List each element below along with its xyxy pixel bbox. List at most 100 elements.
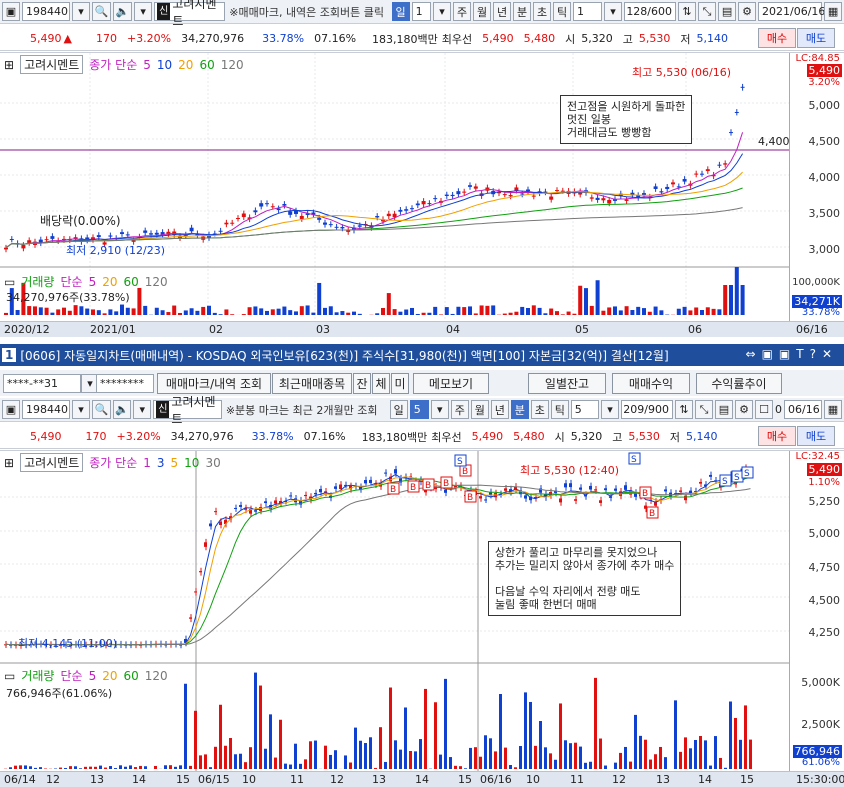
chevron-down-icon[interactable]: ▾	[133, 400, 151, 419]
stock-name-field[interactable]: 신고려시멘트	[154, 2, 225, 21]
stock-name-field[interactable]: 신고려시멘트	[153, 400, 222, 419]
candle	[607, 200, 611, 203]
volume-bar	[213, 313, 217, 315]
period-n-input[interactable]: 1	[412, 2, 431, 21]
volume-bar	[741, 285, 745, 315]
volume-bar	[39, 767, 42, 769]
sell-button[interactable]: 매도	[797, 426, 835, 446]
period-n-input[interactable]: 5	[410, 400, 429, 419]
vol-ma-5: 5	[89, 669, 97, 683]
tab-second[interactable]: 초	[533, 2, 551, 21]
return-trend-button[interactable]: 수익률추이	[696, 373, 782, 394]
trade-mark-query-button[interactable]: 매매마크/내역 조회	[157, 373, 271, 394]
ma-5: 5	[143, 58, 151, 72]
volume-bar	[264, 749, 267, 769]
volume-bar	[524, 692, 527, 769]
quote-amount: 183,180백만	[362, 429, 428, 445]
search-icon[interactable]: 🔍	[92, 2, 111, 21]
stock-code-input[interactable]: 198440	[22, 2, 70, 21]
gear-icon[interactable]: ⚙	[738, 2, 756, 21]
chart-tools-icon[interactable]: ⇅	[678, 2, 696, 21]
memo-view-button[interactable]: 메모보기	[413, 373, 489, 394]
x-tick: 12	[46, 773, 60, 786]
password-input[interactable]: ********	[96, 374, 154, 393]
period-day-tab[interactable]: 일	[390, 400, 408, 419]
ma-30: 30	[205, 456, 220, 470]
draw-icon[interactable]: ⤡	[698, 2, 716, 21]
volume-bar	[381, 308, 385, 315]
chevron-down-icon[interactable]: ▾	[134, 2, 152, 21]
gear-icon[interactable]: ⚙	[735, 400, 753, 419]
search-icon[interactable]: 🔍	[92, 400, 111, 419]
sell-mark-label: S	[722, 477, 728, 487]
candle	[277, 208, 281, 210]
layout-icon[interactable]: ▣	[2, 2, 20, 21]
speaker-icon[interactable]: 🔈	[113, 400, 132, 419]
volume-bar	[636, 307, 640, 315]
candle	[334, 486, 337, 489]
tab-month[interactable]: 월	[473, 2, 491, 21]
unfilled-button[interactable]: 미	[391, 373, 409, 394]
stock-code-input[interactable]: 198440	[22, 400, 70, 419]
buy-button[interactable]: 매수	[758, 28, 796, 48]
chart-tools-icon[interactable]: ⇅	[675, 400, 693, 419]
candle	[236, 218, 240, 219]
draw-icon[interactable]: ⤡	[695, 400, 713, 419]
tab-tick[interactable]: 틱	[553, 2, 571, 21]
candle	[4, 248, 8, 250]
window-controls-icon[interactable]: ⇔▣▣T?✕	[746, 347, 838, 361]
layout-icon[interactable]: ▣	[2, 400, 20, 419]
balance-button[interactable]: 잔	[353, 373, 371, 394]
tab-year[interactable]: 년	[491, 400, 509, 419]
tab-week[interactable]: 주	[453, 2, 471, 21]
tab-week[interactable]: 주	[451, 400, 469, 419]
count-field[interactable]: 209/900	[621, 400, 673, 419]
date-field[interactable]: 2021/06/16	[758, 2, 822, 21]
chevron-down-icon[interactable]: ▾	[72, 2, 90, 21]
filled-button[interactable]: 체	[372, 373, 390, 394]
calendar-icon[interactable]: ▦	[824, 400, 842, 419]
tab-minute[interactable]: 분	[513, 2, 531, 21]
minute-chart[interactable]: BBBBBBBBSSSSS ⊞ 고려시멘트 종가 단순 1 3 5 10 30 …	[0, 450, 844, 786]
chevron-down-icon[interactable]: ▾	[601, 400, 619, 419]
speaker-icon[interactable]: 🔈	[113, 2, 132, 21]
tab-tick[interactable]: 틱	[551, 400, 569, 419]
tab-minute[interactable]: 분	[511, 400, 529, 419]
recent-trades-button[interactable]: 최근매매종목	[272, 373, 352, 394]
candle	[265, 203, 269, 204]
minute-n-input[interactable]: 5	[571, 400, 599, 419]
calendar-icon[interactable]: ▦	[824, 2, 842, 21]
memo-note[interactable]: 전고점을 시원하게 돌파한 멋진 일봉 거래대금도 빵빵함	[560, 95, 692, 144]
memo-note[interactable]: 상한가 풀리고 마무리를 못지었으나 추가는 밀리지 않아서 종가에 추가 매수…	[488, 541, 681, 616]
y-tick: 4,500	[809, 594, 841, 607]
period-day-tab[interactable]: 일	[392, 2, 410, 21]
buy-button[interactable]: 매수	[758, 426, 796, 446]
volume-bar	[451, 314, 455, 315]
count-field[interactable]: 128/600	[624, 2, 676, 21]
chevron-down-icon[interactable]: ▾	[72, 400, 90, 419]
trade-profit-button[interactable]: 매매수익	[612, 373, 690, 394]
chevron-down-icon[interactable]: ▾	[604, 2, 622, 21]
sell-button[interactable]: 매도	[797, 28, 835, 48]
tab-second[interactable]: 초	[531, 400, 549, 419]
checkbox[interactable]: ☐	[755, 400, 773, 419]
candle	[253, 210, 257, 212]
daily-chart[interactable]: ⊞ 고려시멘트 종가 단순 5 10 20 60 120 최고 5,530 (0…	[0, 52, 844, 337]
chevron-down-icon[interactable]: ▾	[431, 400, 449, 419]
buy-mark-label: B	[425, 481, 431, 491]
volume-bar	[89, 767, 92, 769]
save-icon[interactable]: ▤	[718, 2, 736, 21]
save-icon[interactable]: ▤	[715, 400, 733, 419]
tick-n-input[interactable]: 1	[573, 2, 602, 21]
vol-label: 거래량	[21, 667, 54, 684]
date-field[interactable]: 06/16	[784, 400, 822, 419]
vol-ma-60: 60	[123, 275, 138, 289]
tab-month[interactable]: 월	[471, 400, 489, 419]
account-input[interactable]: ****-**31	[3, 374, 81, 393]
chevron-down-icon[interactable]: ▾	[433, 2, 451, 21]
daily-balance-button[interactable]: 일별잔고	[528, 373, 606, 394]
ma-10: 10	[157, 58, 172, 72]
volume-bar	[309, 741, 312, 769]
tab-year[interactable]: 년	[493, 2, 511, 21]
volume-bar	[559, 703, 562, 769]
